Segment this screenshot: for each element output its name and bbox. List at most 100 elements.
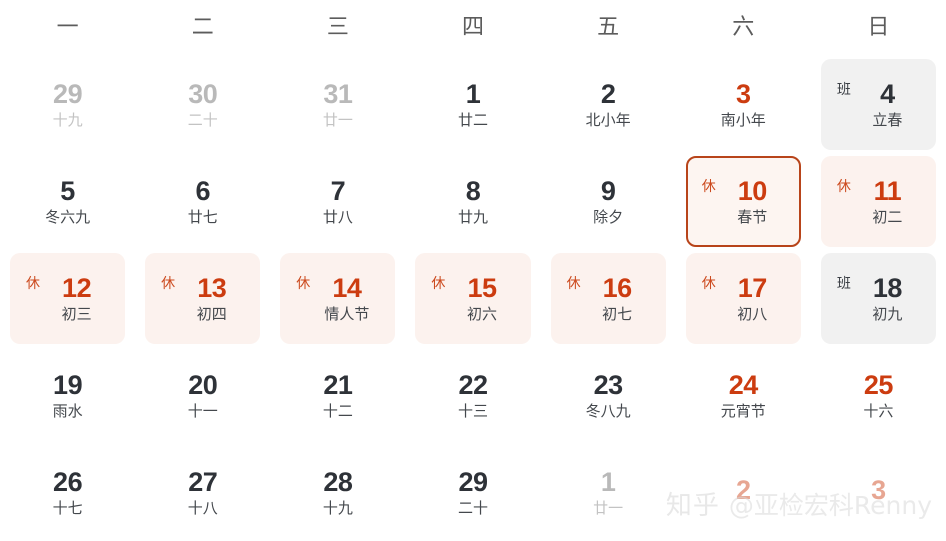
day-cell[interactable]: 20 十一 <box>145 350 260 441</box>
day-lunar-label: 元宵节 <box>720 402 766 421</box>
day-lunar-label: 冬六九 <box>45 208 91 227</box>
day-cell[interactable]: 6 廿七 <box>145 156 260 247</box>
lunar-calendar: 一二三四五六日 29 十九 30 二十 31 廿一 1 廿二 2 北小年 3 南小年班 4 立春 5 冬六九 6… <box>0 0 946 538</box>
day-cell[interactable]: 休 13 初四 <box>145 253 261 344</box>
day-number: 8 <box>465 176 481 207</box>
day-lunar-label: 初四 <box>196 305 227 324</box>
weekday-header-3: 四 <box>461 15 484 40</box>
day-lunar-label: 十八 <box>187 499 218 518</box>
day-cell[interactable]: 休 11 初二 <box>820 156 936 247</box>
weekday-header-0: 一 <box>56 15 79 40</box>
day-cell[interactable]: 休 12 初三 <box>10 253 126 344</box>
day-number: 20 <box>188 370 218 401</box>
day-cell[interactable]: 休 14 情人节 <box>280 253 396 344</box>
day-lunar-label: 初八 <box>737 305 768 324</box>
day-lunar-label: 春节 <box>737 208 768 227</box>
day-lunar-label: 廿九 <box>457 208 488 227</box>
day-cell[interactable]: 2 北小年 <box>551 59 666 150</box>
day-number: 29 <box>458 467 488 498</box>
weekday-header-6: 日 <box>867 15 890 40</box>
day-cell[interactable]: 5 冬六九 <box>10 156 125 247</box>
day-cell[interactable]: 3 南小年 <box>686 59 801 150</box>
rest-day-badge: 休 <box>701 179 716 195</box>
weekday-header-row: 一二三四五六日 <box>0 0 946 56</box>
day-lunar-label: 十一 <box>187 402 218 421</box>
week-row: 休 12 初三休 13 初四休 14 情人节休 15 初六休 16 初七休 17 初八班 18 初九 <box>0 250 946 347</box>
day-lunar-label: 十二 <box>322 402 353 421</box>
day-cell[interactable]: 7 廿八 <box>280 156 395 247</box>
day-lunar-label: 十九 <box>322 499 353 518</box>
day-number: 24 <box>728 370 759 401</box>
day-cell[interactable]: 休 10 春节 <box>685 156 801 247</box>
day-number: 22 <box>458 370 488 401</box>
day-number: 2 <box>736 475 751 506</box>
day-number: 7 <box>330 176 346 207</box>
day-cell[interactable]: 9 除夕 <box>551 156 666 247</box>
day-number: 28 <box>323 467 353 498</box>
rest-day-badge: 休 <box>836 179 851 195</box>
weekday-header-4: 五 <box>597 15 620 40</box>
day-cell[interactable]: 休 15 初六 <box>415 253 531 344</box>
day-number: 14 <box>332 273 362 304</box>
day-cell[interactable]: 班 18 初九 <box>820 253 936 344</box>
day-cell[interactable]: 1 廿一 <box>551 447 666 538</box>
day-lunar-label: 雨水 <box>52 402 83 421</box>
day-number: 23 <box>593 370 624 401</box>
day-cell[interactable]: 19 雨水 <box>10 350 125 441</box>
day-cell[interactable]: 26 十七 <box>10 447 125 538</box>
weekday-header-2: 三 <box>326 15 349 40</box>
day-number: 10 <box>737 176 768 207</box>
day-lunar-label: 二十 <box>187 111 218 130</box>
day-number: 29 <box>53 79 83 110</box>
day-number: 13 <box>197 273 227 304</box>
day-lunar-label: 十六 <box>863 402 894 421</box>
day-number: 19 <box>53 370 83 401</box>
work-day-badge: 班 <box>836 276 851 292</box>
day-cell[interactable]: 8 廿九 <box>415 156 530 247</box>
day-cell[interactable]: 29 十九 <box>10 59 125 150</box>
day-cell[interactable]: 22 十三 <box>415 350 530 441</box>
day-cell[interactable]: 31 廿一 <box>280 59 395 150</box>
day-lunar-label: 二十 <box>457 499 488 518</box>
day-cell[interactable]: 28 十九 <box>280 447 395 538</box>
day-cell[interactable]: 休 16 初七 <box>550 253 666 344</box>
day-lunar-label: 初九 <box>872 305 903 324</box>
week-row: 5 冬六九 6 廿七 7 廿八 8 廿九 9 除夕休 10 春节休 11 初二 <box>0 153 946 250</box>
rest-day-badge: 休 <box>161 276 176 292</box>
day-cell[interactable]: 班 4 立春 <box>820 59 936 150</box>
day-lunar-label: 初三 <box>61 305 92 324</box>
week-row: 19 雨水 20 十一 21 十二 22 十三 23 冬八九 24 元宵节 25 十六 <box>0 347 946 444</box>
day-number: 15 <box>467 273 497 304</box>
day-cell[interactable]: 30 二十 <box>145 59 260 150</box>
day-number: 9 <box>600 176 616 207</box>
day-lunar-label: 廿一 <box>322 111 353 130</box>
day-cell[interactable]: 23 冬八九 <box>551 350 666 441</box>
day-number: 11 <box>873 176 902 207</box>
day-number: 6 <box>195 176 210 207</box>
week-row: 26 十七 27 十八 28 十九 29 二十 1 廿一 2 3 <box>0 444 946 541</box>
day-number: 25 <box>863 370 894 401</box>
day-lunar-label: 除夕 <box>593 208 624 227</box>
day-cell[interactable]: 27 十八 <box>145 447 260 538</box>
day-lunar-label: 南小年 <box>720 111 766 130</box>
day-cell[interactable]: 2 <box>686 447 801 538</box>
rest-day-badge: 休 <box>26 276 40 292</box>
day-number: 3 <box>871 475 886 506</box>
weekday-header-5: 六 <box>732 15 755 40</box>
calendar-weeks: 29 十九 30 二十 31 廿一 1 廿二 2 北小年 3 南小年班 4 立春 5 冬六九 6 廿七 7 廿八 8 廿九… <box>0 56 946 541</box>
day-cell[interactable]: 3 <box>821 447 936 538</box>
day-number: 27 <box>188 467 218 498</box>
day-cell[interactable]: 1 廿二 <box>415 59 530 150</box>
day-cell[interactable]: 24 元宵节 <box>686 350 801 441</box>
day-number: 2 <box>600 79 616 110</box>
day-cell[interactable]: 29 二十 <box>415 447 530 538</box>
day-cell[interactable]: 21 十二 <box>280 350 395 441</box>
day-lunar-label: 十三 <box>457 402 488 421</box>
day-lunar-label: 北小年 <box>585 111 631 130</box>
day-cell[interactable]: 25 十六 <box>821 350 936 441</box>
day-lunar-label: 廿二 <box>457 111 488 130</box>
day-lunar-label: 廿八 <box>322 208 353 227</box>
rest-day-badge: 休 <box>701 276 716 292</box>
day-cell[interactable]: 休 17 初八 <box>685 253 801 344</box>
day-number: 4 <box>880 79 895 110</box>
